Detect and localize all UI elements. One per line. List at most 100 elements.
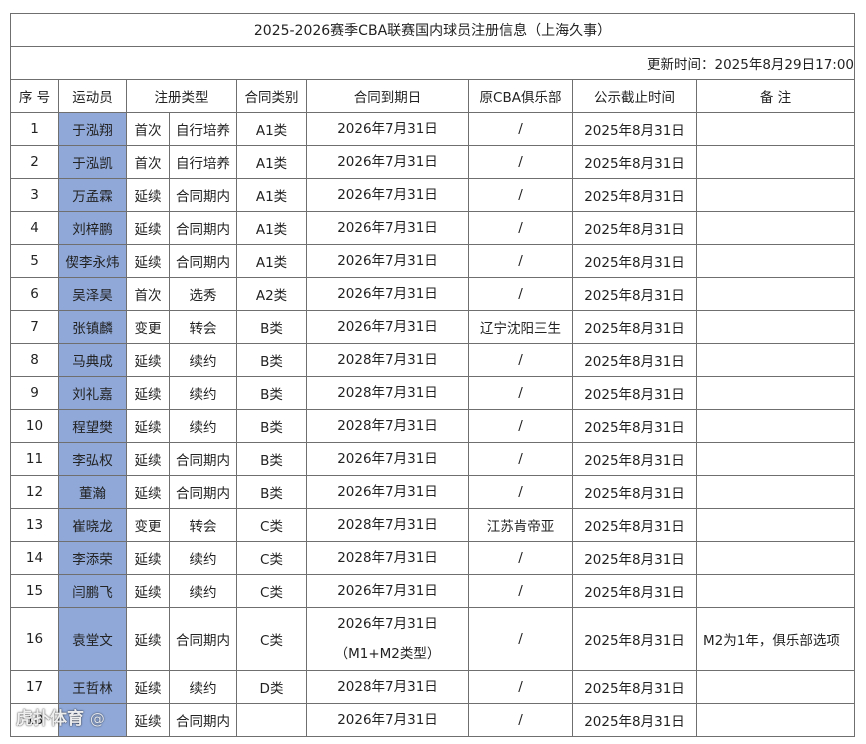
former-club: / (468, 703, 573, 737)
header-registration-type: 注册类型 (126, 79, 237, 113)
expiry-date: 2026年7月31日 (337, 319, 438, 335)
contract-expiry: 2028年7月31日 (306, 409, 469, 443)
row-number: 5 (10, 244, 59, 278)
update-time: 更新时间：2025年8月29日17:00 (9, 46, 856, 80)
expiry-date: 2028年7月31日 (337, 517, 438, 533)
table-row: 9 刘礼嘉 延续 续约 B类 2028年7月31日 /2025年8月31日 (10, 376, 856, 410)
registration-kind: 延续 (128, 179, 170, 211)
notice-deadline: 2025年8月31日 (572, 475, 697, 509)
registration-kind: 首次 (128, 146, 170, 178)
remarks (695, 244, 856, 278)
table-row: 13 崔晓龙 变更 转会 C类 2028年7月31日 江苏肯帝亚 2025年8月31日 (10, 508, 856, 542)
table-row: 11 李弘权 延续 合同期内 B类 2026年7月31日/2025年8月31日 (10, 442, 856, 476)
athlete-name: 刘梓鹏 (58, 211, 127, 245)
contract-expiry: 2026年7月31日 (306, 244, 469, 278)
remarks (695, 508, 856, 542)
registration-kind: 首次 (128, 278, 170, 310)
contract-class: A1类 (236, 244, 307, 278)
table-row: 6 吴泽昊 首次 选秀 A2类 2026年7月31日 /2025年8月31日 (10, 277, 856, 311)
header-athlete: 运动员 (58, 79, 127, 113)
registration-kind: 延续 (128, 704, 170, 736)
registration-detail: 续约 (189, 681, 217, 697)
contract-expiry: 2026年7月31日 (306, 310, 469, 344)
registration-detail: 合同期内 (176, 189, 230, 205)
row-number: 7 (10, 310, 59, 344)
expiry-date: 2026年7月31日 (337, 253, 438, 269)
table-row: 16 袁堂文 延续 合同期内 C类 2026年7月31日 （M1+M2类型）/2025年8月… (10, 607, 856, 671)
header-contract-class: 合同类别 (236, 79, 307, 113)
registration-type: 首次 自行培养 (126, 112, 237, 146)
former-club: / (468, 574, 573, 608)
registration-type: 延续 合同期内 (126, 178, 237, 212)
former-club: / (468, 343, 573, 377)
notice-deadline: 2025年8月31日 (572, 409, 697, 443)
athlete-name: 程望樊 (58, 409, 127, 443)
table-row: 1 于泓翔 首次 自行培养 A1类 2026年7月31日/2025年8月31日 (10, 112, 856, 146)
registration-detail: 续约 (189, 387, 217, 403)
athlete-name: 王哲林 (58, 670, 127, 704)
contract-expiry: 2028年7月31日 (306, 541, 469, 575)
notice-deadline: 2025年8月31日 (572, 574, 697, 608)
expiry-date: 2028年7月31日 (337, 418, 438, 434)
table-row: 18 延续 合同期内 2026年7月31日 /2025年8月31日 (10, 703, 856, 737)
contract-expiry: 2026年7月31日 (306, 112, 469, 146)
registration-detail: 合同期内 (176, 453, 230, 469)
registration-type: 延续 续约 (126, 409, 237, 443)
contract-class: B类 (236, 475, 307, 509)
remarks (695, 541, 856, 575)
expiry-date: 2026年7月31日 (337, 712, 438, 728)
row-number: 15 (10, 574, 59, 608)
registration-type: 延续 续约 (126, 343, 237, 377)
athlete-name: 刘礼嘉 (58, 376, 127, 410)
header-remarks: 备 注 (695, 79, 856, 113)
registration-type: 延续 续约 (126, 574, 237, 608)
contract-class: B类 (236, 343, 307, 377)
notice-deadline: 2025年8月31日 (572, 178, 697, 212)
contract-class: A1类 (236, 112, 307, 146)
athlete-name: 张镇麟 (58, 310, 127, 344)
notice-deadline: 2025年8月31日 (572, 343, 697, 377)
contract-expiry: 2026年7月31日 (306, 145, 469, 179)
contract-expiry: 2026年7月31日 （M1+M2类型） (306, 607, 469, 671)
notice-deadline: 2025年8月31日 (572, 211, 697, 245)
remarks: M2为1年，俱乐部选项 (695, 607, 856, 671)
header-row: 序 号 运动员 注册类型 合同类别 合同到期日 原CBA俱乐部 公示截止时间 备… (10, 79, 856, 113)
row-number: 9 (10, 376, 59, 410)
contract-expiry: 2026年7月31日 (306, 178, 469, 212)
athlete-name (58, 703, 127, 737)
contract-expiry: 2026年7月31日 (306, 211, 469, 245)
registration-kind: 延续 (128, 245, 170, 277)
notice-deadline: 2025年8月31日 (572, 112, 697, 146)
contract-expiry: 2028年7月31日 (306, 670, 469, 704)
athlete-name: 李添荣 (58, 541, 127, 575)
registration-detail: 合同期内 (176, 255, 230, 271)
athlete-name: 马典成 (58, 343, 127, 377)
registration-kind: 延续 (128, 377, 170, 409)
contract-class: B类 (236, 409, 307, 443)
former-club: 江苏肯帝亚 (468, 508, 573, 542)
registration-kind: 延续 (128, 542, 170, 574)
athlete-name: 袁堂文 (58, 607, 127, 671)
row-number: 17 (10, 670, 59, 704)
notice-deadline: 2025年8月31日 (572, 703, 697, 737)
expiry-date: 2026年7月31日 (337, 220, 438, 236)
notice-deadline: 2025年8月31日 (572, 670, 697, 704)
remarks (695, 670, 856, 704)
notice-deadline: 2025年8月31日 (572, 244, 697, 278)
registration-kind: 延续 (128, 575, 170, 607)
contract-expiry: 2026年7月31日 (306, 574, 469, 608)
former-club: 辽宁沈阳三生 (468, 310, 573, 344)
header-contract-expiry: 合同到期日 (306, 79, 469, 113)
registration-detail: 选秀 (189, 288, 217, 304)
registration-type: 首次 选秀 (126, 277, 237, 311)
contract-class: B类 (236, 376, 307, 410)
table-row: 3 万孟霖 延续 合同期内 A1类 2026年7月31日/2025年8月31日 (10, 178, 856, 212)
table-row: 10 程望樊 延续 续约 B类 2028年7月31日 /2025年8月31日 (10, 409, 856, 443)
registration-kind: 延续 (128, 671, 170, 703)
registration-type: 延续 续约 (126, 670, 237, 704)
remarks (695, 409, 856, 443)
contract-class: C类 (236, 574, 307, 608)
registration-type: 延续 续约 (126, 541, 237, 575)
row-number: 10 (10, 409, 59, 443)
expiry-date: 2028年7月31日 (337, 352, 438, 368)
